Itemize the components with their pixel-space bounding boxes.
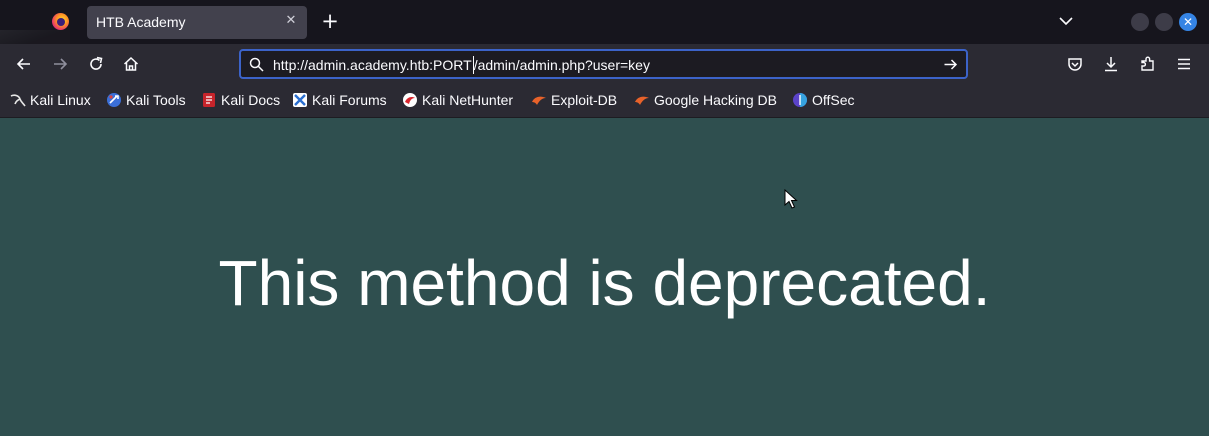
search-icon	[249, 57, 264, 72]
page-content: This method is deprecated.	[0, 118, 1209, 436]
downloads-icon[interactable]	[1102, 55, 1120, 73]
extensions-icon[interactable]	[1139, 55, 1157, 73]
offsec-icon	[793, 93, 807, 107]
navigation-toolbar: http://admin.academy.htb:PORT/admin/admi…	[0, 44, 1209, 84]
exploit-db-icon	[532, 96, 546, 105]
forward-arrow-icon[interactable]	[51, 55, 69, 73]
url-text-before-caret: http://admin.academy.htb:PORT	[273, 57, 472, 73]
bookmark-label: Kali Linux	[30, 92, 91, 108]
close-tab-icon[interactable]: ✕	[283, 13, 299, 29]
window-close-button[interactable]: ✕	[1179, 13, 1197, 31]
bookmarks-toolbar: Kali Linux Kali Tools Kali Docs Kali For…	[0, 84, 1209, 118]
bookmark-label: Exploit-DB	[551, 92, 618, 108]
list-all-tabs-chevron-icon[interactable]	[1058, 13, 1074, 29]
bookmark-label: Kali Forums	[312, 92, 387, 108]
bookmark-label: Kali Docs	[221, 92, 281, 108]
bookmark-kali-nethunter[interactable]: Kali NetHunter	[402, 91, 513, 109]
bookmark-label: Kali Tools	[126, 92, 186, 108]
bookmark-kali-forums[interactable]: Kali Forums	[292, 91, 387, 109]
bookmark-kali-docs[interactable]: Kali Docs	[201, 91, 280, 109]
mouse-pointer-icon	[784, 189, 798, 209]
bookmark-label: Kali NetHunter	[422, 92, 514, 108]
bookmark-kali-linux[interactable]: Kali Linux	[10, 91, 91, 109]
bookmark-google-hacking-db[interactable]: Google Hacking DB	[634, 91, 777, 109]
reload-icon[interactable]	[87, 55, 105, 73]
ghdb-icon	[635, 96, 649, 105]
kali-nethunter-icon	[403, 93, 417, 107]
kali-tools-icon	[107, 93, 121, 107]
url-bar[interactable]: http://admin.academy.htb:PORT/admin/admi…	[239, 49, 968, 79]
kali-forums-icon	[293, 93, 307, 107]
home-icon[interactable]	[122, 55, 140, 73]
bookmark-kali-tools[interactable]: Kali Tools	[106, 91, 186, 109]
bookmark-label: OffSec	[812, 92, 855, 108]
url-input[interactable]: http://admin.academy.htb:PORT/admin/admi…	[273, 56, 650, 74]
new-tab-button[interactable]: +	[320, 11, 340, 32]
bookmark-offsec[interactable]: OffSec	[792, 91, 855, 109]
window-maximize-button[interactable]	[1155, 13, 1173, 31]
go-arrow-icon[interactable]	[943, 57, 958, 72]
back-arrow-icon[interactable]	[15, 55, 33, 73]
bookmark-exploit-db[interactable]: Exploit-DB	[531, 91, 617, 109]
tab-strip: HTB Academy ✕ + ✕	[0, 0, 1209, 44]
kali-docs-icon	[203, 93, 215, 107]
firefox-logo-icon[interactable]	[52, 13, 69, 30]
pocket-icon[interactable]	[1066, 55, 1084, 73]
tab-title: HTB Academy	[96, 14, 186, 30]
url-text-after-caret: /admin/admin.php?user=key	[473, 57, 650, 73]
kali-dragon-icon	[10, 94, 26, 107]
bookmark-label: Google Hacking DB	[654, 92, 777, 108]
tab-htb-academy[interactable]: HTB Academy ✕	[87, 6, 307, 39]
menu-hamburger-icon[interactable]	[1175, 55, 1193, 73]
window-minimize-button[interactable]	[1131, 13, 1149, 31]
deprecation-message: This method is deprecated.	[218, 247, 991, 319]
